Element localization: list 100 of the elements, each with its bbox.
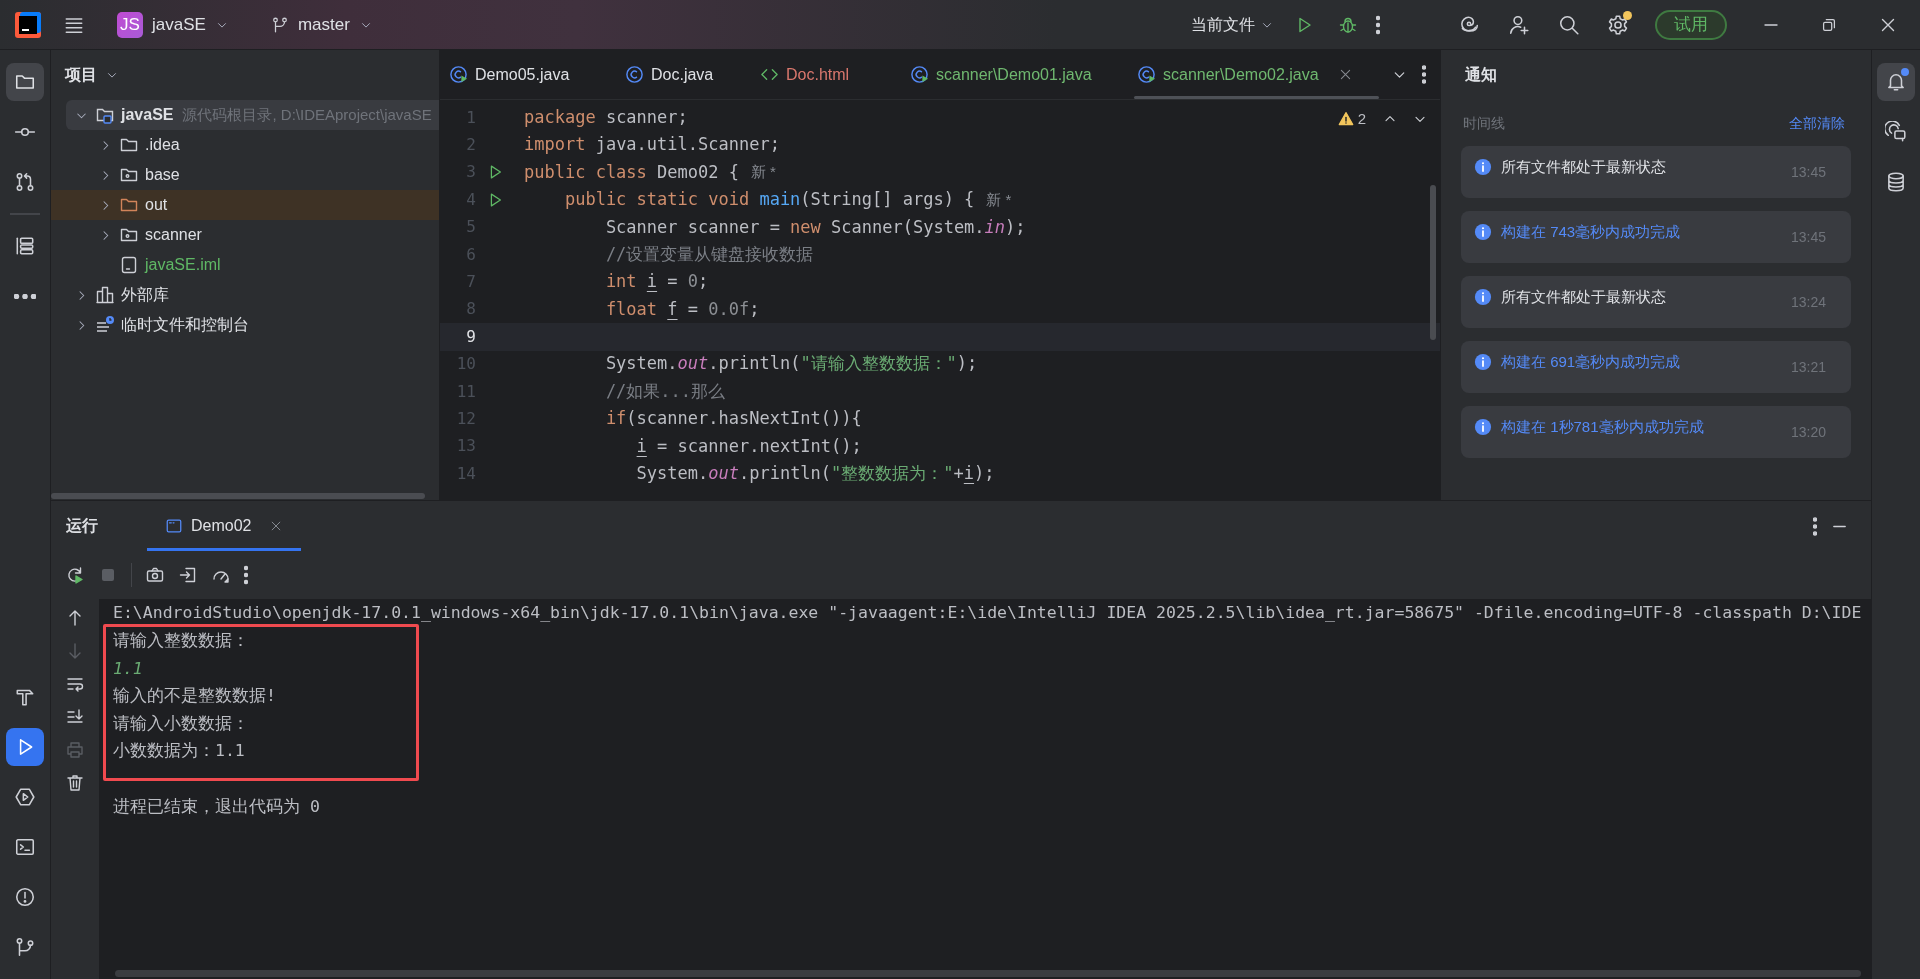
add-user-icon[interactable] <box>1508 13 1530 36</box>
database-icon <box>1885 171 1907 193</box>
bell-icon <box>1885 71 1907 93</box>
tree-item[interactable]: javaSE.iml <box>51 250 439 280</box>
section-label: 时间线 <box>1463 113 1505 133</box>
code-line: System.out.println("请输入整数数据："); <box>604 352 978 376</box>
tree-label: .idea <box>145 135 180 155</box>
run-tab[interactable]: Demo02 <box>147 501 302 551</box>
class-run-icon <box>1137 65 1156 84</box>
more-icon[interactable] <box>1376 14 1380 35</box>
tree-item[interactable]: out <box>51 190 439 220</box>
notification-time: 13:45 <box>1790 228 1826 247</box>
console-line: 进程已结束，退出代码为 0 <box>112 796 321 819</box>
horizontal-scrollbar[interactable] <box>51 493 425 499</box>
tree-item[interactable]: base <box>51 160 439 190</box>
chat-icon <box>1885 121 1907 143</box>
line-number: 9 <box>465 325 476 348</box>
more-icon[interactable] <box>1813 516 1817 536</box>
inlay-hint: 新 * <box>986 189 1012 210</box>
code-line: public static void main(String[] args) { <box>563 188 975 212</box>
warning-icon <box>1337 111 1354 128</box>
info-icon <box>1474 158 1492 176</box>
settings-icon[interactable] <box>1607 13 1629 36</box>
branch-selector[interactable]: master <box>270 11 373 38</box>
console-line: 请输入小数数据： <box>113 712 250 735</box>
project-selector[interactable]: JS javaSE <box>115 11 231 38</box>
pull-requests-icon <box>14 171 36 193</box>
tree-label: javaSE <box>121 105 174 125</box>
notification-time: 13:45 <box>1790 163 1826 182</box>
notification-message: 所有文件都处于最新状态 <box>1501 288 1666 306</box>
notifications-tool-button[interactable] <box>1877 63 1915 101</box>
screenshot-icon[interactable] <box>145 565 165 585</box>
notification-card[interactable]: 所有文件都处于最新状态 13:45 <box>1461 146 1851 198</box>
code-line: package scanner; <box>524 105 688 129</box>
code-line: public class Demo02 { <box>524 160 739 184</box>
more-icon[interactable] <box>1422 65 1426 84</box>
trial-button[interactable]: 试用 <box>1655 9 1727 40</box>
app-logo-icon[interactable] <box>15 11 41 38</box>
vertical-scrollbar[interactable] <box>1430 185 1436 340</box>
tree-label: javaSE.iml <box>145 255 221 275</box>
editor-tab[interactable]: scanner\Demo01.java <box>907 50 1134 99</box>
console-line: 小数数据为：1.1 <box>113 739 246 762</box>
more-icon[interactable] <box>244 565 248 585</box>
git-icon <box>14 936 36 958</box>
code-line: i = scanner.nextInt(); <box>635 434 862 458</box>
console-line: E:\AndroidStudio\openjdk-17.0.1_windows-x64_bin\jdk-17.0.1\bin\java.exe "-javaagent:E:\ide\IntelliJ IDEA 2025.2.5\lib\idea_rt.jar=58675" -Dfile.encoding=UTF-8 -classpath D:\IDE <box>112 602 1863 624</box>
scratches-icon <box>95 315 115 335</box>
code-line: //设置变量从键盘接收数据 <box>604 242 814 266</box>
notification-card[interactable]: 所有文件都处于最新状态 13:24 <box>1461 276 1851 328</box>
terminal-icon <box>14 836 36 858</box>
editor-tab[interactable]: Demo05.java <box>446 50 622 99</box>
editor-tab[interactable]: Doc.html <box>757 50 907 99</box>
console-icon <box>165 517 183 535</box>
code-line: int i = 0; <box>604 270 709 294</box>
tree-label: 外部库 <box>121 285 169 305</box>
warnings-indicator[interactable]: 2 <box>1337 108 1366 131</box>
clear-all-link[interactable]: 全部清除 <box>1789 112 1845 134</box>
notification-message: 所有文件都处于最新状态 <box>1501 158 1666 176</box>
tree-label: out <box>145 195 168 215</box>
console-line: 输入的不是整数数据! <box>113 685 277 708</box>
import-icon[interactable] <box>178 565 198 585</box>
info-icon <box>1474 288 1492 306</box>
notification-time: 13:24 <box>1790 293 1826 312</box>
class-icon <box>625 65 644 84</box>
run-tool-button[interactable] <box>6 728 44 766</box>
code-line: Scanner scanner = new Scanner(System.in); <box>604 215 1026 239</box>
rerun-icon[interactable] <box>65 565 85 585</box>
more-icon <box>14 293 36 299</box>
panel-title[interactable]: 项目 <box>65 63 119 87</box>
panel-title: 通知 <box>1465 65 1497 85</box>
code-line: float f = 0.0f; <box>604 297 760 321</box>
tree-item[interactable]: .idea <box>51 130 439 160</box>
library-icon <box>95 285 115 305</box>
project-badge: JS <box>117 11 143 38</box>
editor-tab[interactable]: Doc.java <box>622 50 757 99</box>
folder-tool-button[interactable] <box>6 63 44 101</box>
info-icon <box>1474 418 1492 436</box>
notification-time: 13:20 <box>1790 423 1826 442</box>
tree-item[interactable]: scanner <box>51 220 439 250</box>
class-run-icon <box>910 65 929 84</box>
info-icon <box>1474 223 1492 241</box>
editor-tab[interactable]: scanner\Demo02.java <box>1134 50 1379 99</box>
branch-icon <box>270 15 289 34</box>
code-line: //如果...那么 <box>604 379 726 403</box>
info-icon <box>1474 353 1492 371</box>
trash-icon[interactable] <box>65 773 85 793</box>
code-line: if(scanner.hasNextInt()){ <box>604 407 862 431</box>
tree-label: scanner <box>145 225 202 245</box>
problems-icon <box>14 886 36 908</box>
tree-item[interactable]: 外部库 <box>51 280 439 310</box>
panel-title: 运行 <box>66 516 98 536</box>
console-line: 1.1 <box>113 657 144 680</box>
class-run-icon <box>449 65 468 84</box>
search-icon[interactable] <box>1558 13 1580 36</box>
structure-icon <box>14 235 36 257</box>
run-configuration-selector[interactable]: 当前文件 <box>1191 12 1274 37</box>
tree-item[interactable]: 临时文件和控制台 <box>51 310 439 340</box>
services-icon <box>14 786 36 808</box>
console-line: 请输入整数数据： <box>113 630 250 653</box>
horizontal-scrollbar[interactable] <box>115 970 1861 977</box>
